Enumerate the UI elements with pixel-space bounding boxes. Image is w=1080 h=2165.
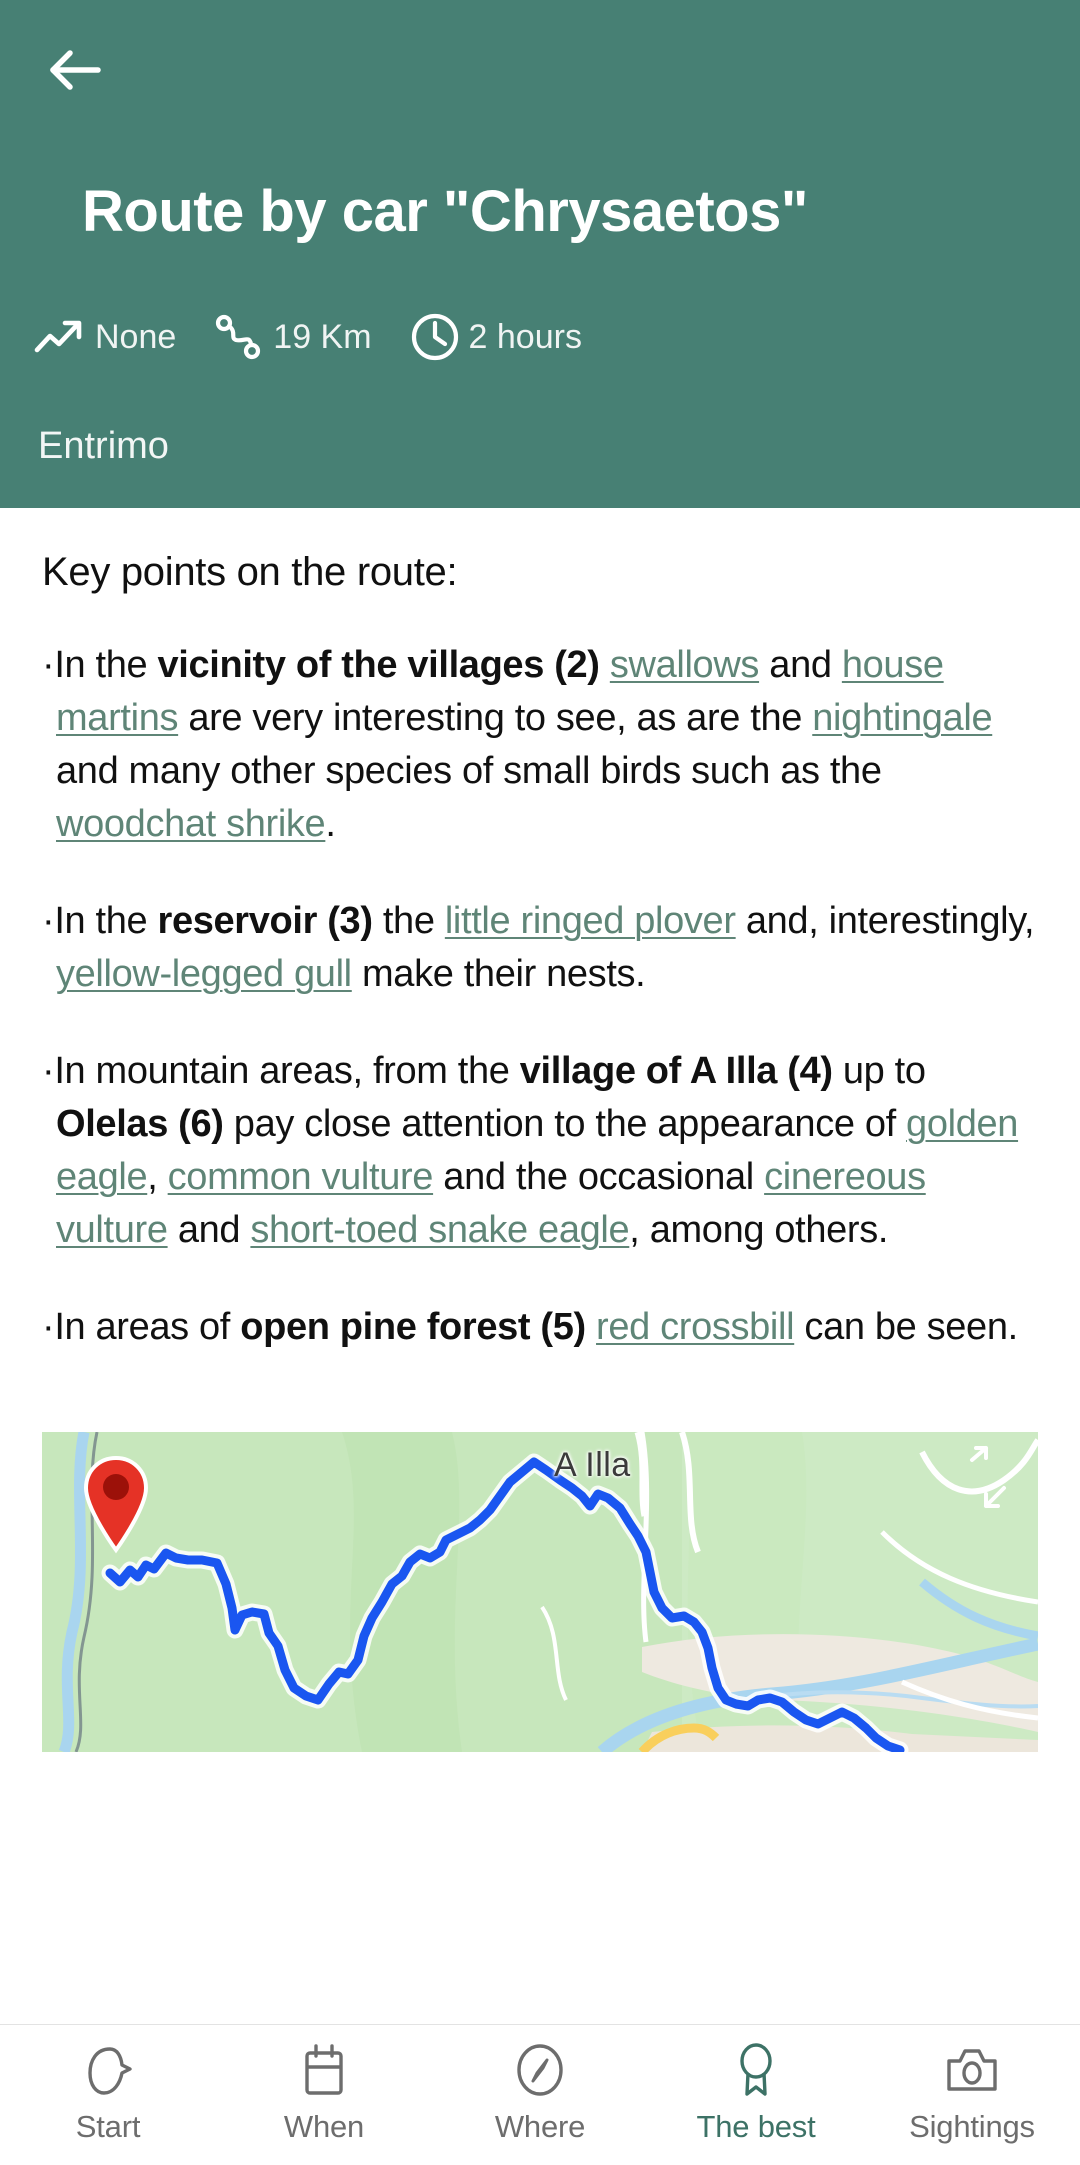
nav-label-sightings: Sightings xyxy=(909,2109,1035,2144)
bullet-reservoir: ·In the reservoir (3) the little ringed … xyxy=(42,895,1038,1001)
body-text: and many other species of small birds su… xyxy=(56,750,882,792)
body-text: , xyxy=(147,1156,168,1198)
page-header: Route by car "Chrysaetos" None 19 Km 2 h… xyxy=(0,0,1080,508)
bullet-pine-forest: ·In areas of open pine forest (5) red cr… xyxy=(42,1301,1038,1354)
calendar-icon xyxy=(300,2041,348,2099)
body-text: and xyxy=(759,644,842,686)
stat-difficulty: None xyxy=(34,317,176,357)
nav-item-when[interactable]: When xyxy=(216,2041,432,2145)
emphasis-text: Olelas (6) xyxy=(56,1103,224,1145)
route-map[interactable]: A Illa xyxy=(42,1432,1038,1752)
bullet-mountain: ·In mountain areas, from the village of … xyxy=(42,1045,1038,1257)
nav-item-start[interactable]: Start xyxy=(0,2041,216,2145)
species-link[interactable]: common vulture xyxy=(168,1156,434,1198)
body-text: are very interesting to see, as are the xyxy=(178,697,813,739)
nav-item-where[interactable]: Where xyxy=(432,2041,648,2145)
route-content: Key points on the route: ·In the vicinit… xyxy=(0,508,1080,2024)
nav-item-the-best[interactable]: The best xyxy=(648,2041,864,2145)
bullet-marker: · xyxy=(42,1050,55,1092)
species-link[interactable]: woodchat shrike xyxy=(56,803,326,845)
body-text: . xyxy=(325,803,336,845)
nav-label-the-best: The best xyxy=(696,2109,816,2144)
award-icon xyxy=(732,2041,780,2099)
emphasis-text: reservoir (3) xyxy=(157,900,373,942)
bullet-marker: · xyxy=(42,900,55,942)
body-text: and xyxy=(167,1209,251,1251)
bullet-villages: ·In the vicinity of the villages (2) swa… xyxy=(42,639,1038,851)
nav-label-start: Start xyxy=(75,2109,141,2144)
stat-distance: 19 Km xyxy=(214,313,372,361)
body-text: the xyxy=(372,900,445,942)
body-text xyxy=(600,644,610,686)
emphasis-text: open pine forest (5) xyxy=(240,1306,586,1348)
body-text: can be seen. xyxy=(794,1306,1018,1348)
trending-up-icon xyxy=(34,317,86,357)
route-stats: None 19 Km 2 hours xyxy=(34,312,582,362)
back-button[interactable] xyxy=(34,30,114,110)
map-canvas xyxy=(42,1432,1038,1752)
body-text xyxy=(586,1306,596,1348)
body-text: and the occasional xyxy=(433,1156,765,1198)
map-pin-icon xyxy=(80,1454,152,1559)
stat-duration: 2 hours xyxy=(410,312,582,362)
bullet-marker: · xyxy=(42,1306,55,1348)
camera-icon xyxy=(944,2041,1000,2099)
body-text: In mountain areas, from the xyxy=(54,1050,520,1092)
key-points-list: ·In the vicinity of the villages (2) swa… xyxy=(42,639,1038,1354)
stat-difficulty-value: None xyxy=(95,317,177,356)
body-text: and, interestingly, xyxy=(735,900,1035,942)
body-text: In the xyxy=(54,900,158,942)
species-link[interactable]: yellow-legged gull xyxy=(56,953,352,995)
body-text: pay close attention to the appearance of xyxy=(223,1103,907,1145)
nav-label-when: When xyxy=(283,2109,365,2144)
nav-item-sightings[interactable]: Sightings xyxy=(864,2041,1080,2145)
bird-icon xyxy=(82,2041,134,2099)
stat-distance-value: 19 Km xyxy=(273,317,372,356)
body-text: up to xyxy=(832,1050,926,1092)
species-link[interactable]: swallows xyxy=(610,644,760,686)
species-link[interactable]: little ringed plover xyxy=(445,900,736,942)
page-title: Route by car "Chrysaetos" xyxy=(82,179,808,244)
body-text: In areas of xyxy=(54,1306,241,1348)
location-subtitle: Entrimo xyxy=(38,425,169,467)
emphasis-text: vicinity of the villages (2) xyxy=(157,644,600,686)
arrow-left-icon xyxy=(47,48,101,92)
body-text: In the xyxy=(54,644,158,686)
stat-duration-value: 2 hours xyxy=(468,317,582,356)
clock-icon xyxy=(410,312,460,362)
species-link[interactable]: short-toed snake eagle xyxy=(250,1209,629,1251)
compass-icon xyxy=(513,2041,567,2099)
bottom-navigation: Start When Where The best Sightings xyxy=(0,2024,1080,2165)
body-text: , among others. xyxy=(629,1209,889,1251)
emphasis-text: village of A Illa (4) xyxy=(519,1050,833,1092)
nav-label-where: Where xyxy=(494,2109,586,2144)
section-title: Key points on the route: xyxy=(42,550,458,594)
body-text: make their nests. xyxy=(351,953,646,995)
route-detail-screen: Route by car "Chrysaetos" None 19 Km 2 h… xyxy=(0,0,1080,2165)
species-link[interactable]: nightingale xyxy=(812,697,992,739)
species-link[interactable]: red crossbill xyxy=(596,1306,795,1348)
bullet-marker: · xyxy=(42,644,55,686)
winding-route-icon xyxy=(214,313,264,361)
